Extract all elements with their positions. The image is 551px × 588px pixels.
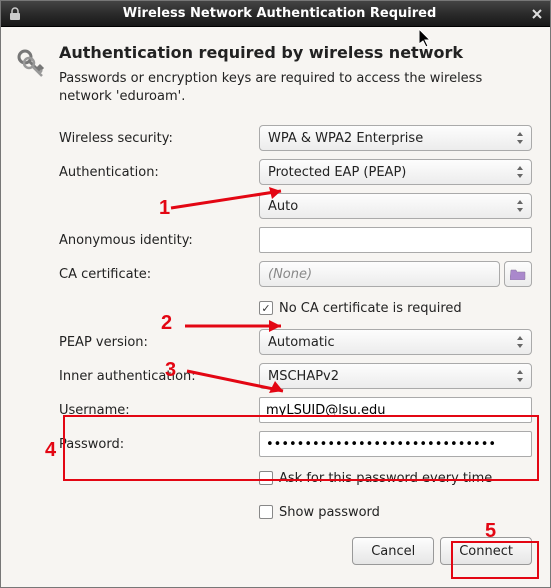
label-show-password: Show password <box>279 505 380 520</box>
updown-icon <box>513 367 527 385</box>
input-anonymous-identity[interactable] <box>259 227 532 253</box>
instruction-text: Passwords or encryption keys are require… <box>59 70 532 105</box>
ca-certificate-value: (None) <box>268 267 312 282</box>
ca-certificate-file[interactable]: (None) <box>259 261 500 287</box>
checkbox-ask-password[interactable] <box>259 471 273 485</box>
label-peap-version: PEAP version: <box>59 335 259 350</box>
select-value: Auto <box>268 199 298 214</box>
dialog-window: Wireless Network Authentication Required… <box>0 0 551 588</box>
label-ca-certificate: CA certificate: <box>59 267 259 282</box>
folder-icon <box>510 268 526 280</box>
updown-icon <box>513 129 527 147</box>
select-inner-auth[interactable]: MSCHAPv2 <box>259 363 532 389</box>
select-wireless-security[interactable]: WPA & WPA2 Enterprise <box>259 125 532 151</box>
updown-icon <box>513 333 527 351</box>
connect-button[interactable]: Connect <box>440 537 532 565</box>
label-wireless-security: Wireless security: <box>59 131 259 146</box>
updown-icon <box>513 197 527 215</box>
dialog-content: Authentication required by wireless netw… <box>1 27 550 581</box>
label-anonymous-identity: Anonymous identity: <box>59 233 259 248</box>
label-authentication: Authentication: <box>59 165 259 180</box>
checkbox-show-password[interactable] <box>259 505 273 519</box>
select-value: Protected EAP (PEAP) <box>268 165 406 180</box>
select-peap-version[interactable]: Automatic <box>259 329 532 355</box>
select-value: Automatic <box>268 335 335 350</box>
lock-icon <box>7 6 23 22</box>
form-area: Authentication required by wireless netw… <box>59 43 532 565</box>
input-password[interactable] <box>259 431 532 457</box>
titlebar: Wireless Network Authentication Required <box>1 1 550 27</box>
updown-icon <box>513 163 527 181</box>
input-username[interactable] <box>259 397 532 423</box>
label-password: Password: <box>59 437 259 452</box>
select-value: WPA & WPA2 Enterprise <box>268 131 423 146</box>
page-title: Authentication required by wireless netw… <box>59 43 532 62</box>
label-no-ca-required: No CA certificate is required <box>279 301 462 316</box>
label-inner-auth: Inner authentication: <box>59 369 259 384</box>
select-value: MSCHAPv2 <box>268 369 339 384</box>
checkbox-no-ca-required[interactable] <box>259 301 273 315</box>
cancel-button[interactable]: Cancel <box>352 537 434 565</box>
label-username: Username: <box>59 403 259 418</box>
keys-icon <box>15 47 47 565</box>
select-authentication[interactable]: Protected EAP (PEAP) <box>259 159 532 185</box>
close-icon[interactable] <box>530 7 544 21</box>
label-ask-password: Ask for this password every time <box>279 471 492 486</box>
ca-certificate-browse-button[interactable] <box>504 261 532 287</box>
select-tls-mode[interactable]: Auto <box>259 193 532 219</box>
window-title: Wireless Network Authentication Required <box>29 6 530 21</box>
